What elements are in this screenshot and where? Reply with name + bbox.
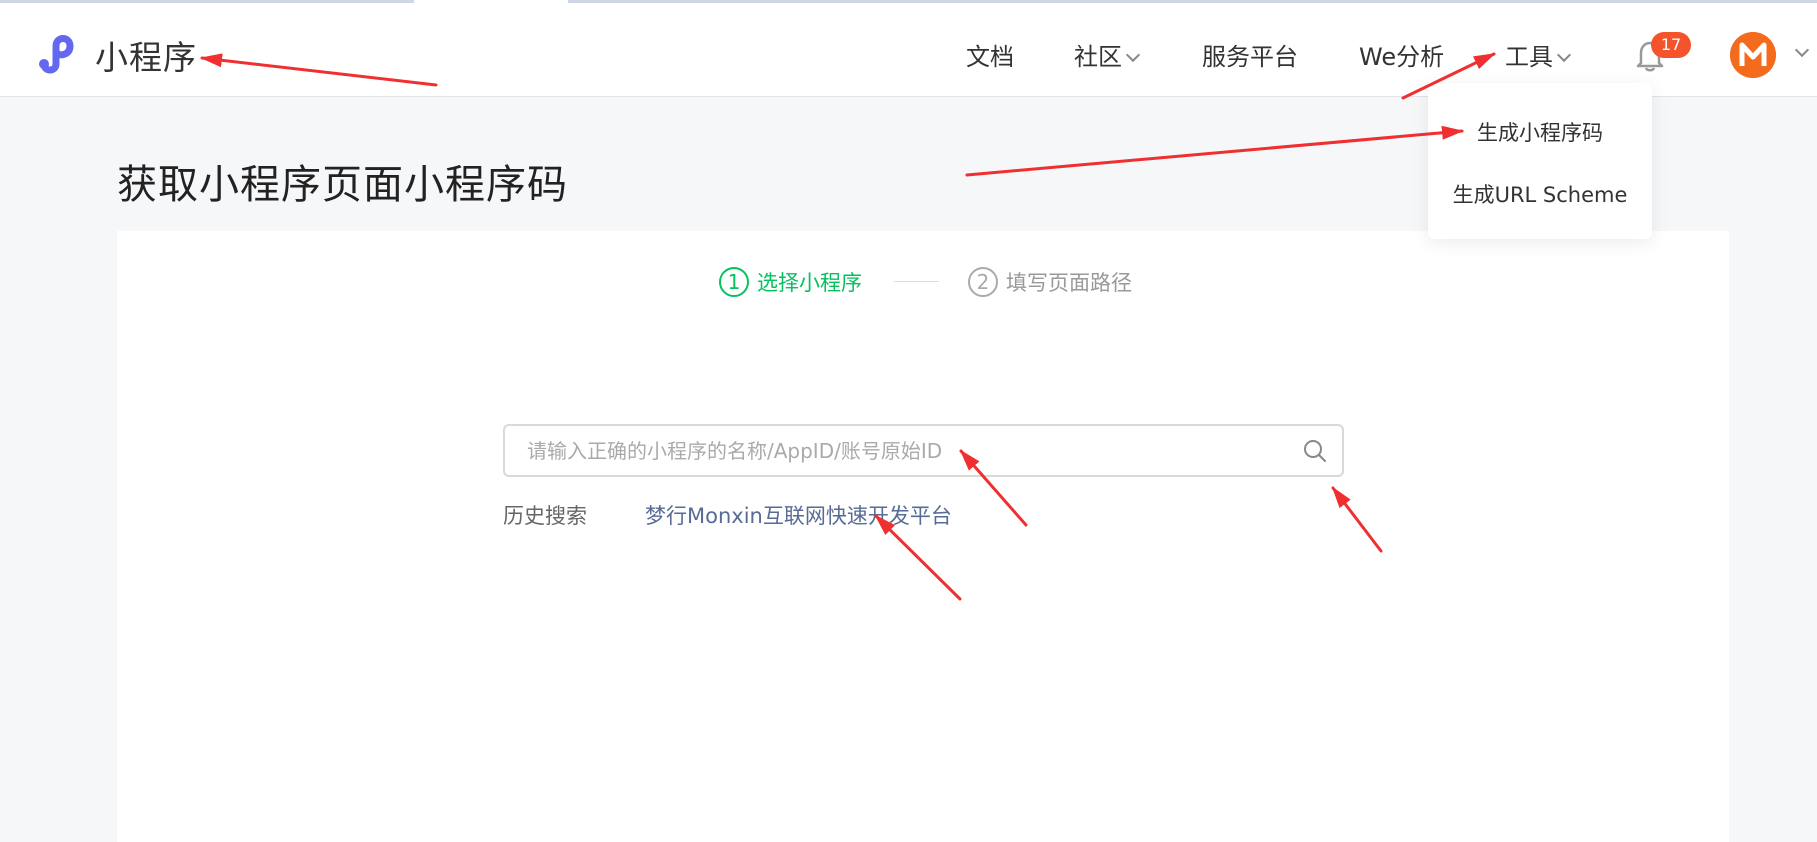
- tools-dropdown-menu: 生成小程序码 生成URL Scheme: [1428, 83, 1652, 239]
- history-item[interactable]: 梦行Monxin互联网快速开发平台: [645, 500, 952, 530]
- nav-tools[interactable]: 工具: [1505, 37, 1572, 72]
- nav-community[interactable]: 社区: [1074, 37, 1141, 72]
- nav-we-analytics[interactable]: We分析: [1359, 37, 1444, 72]
- chevron-down-icon: [1125, 47, 1141, 63]
- nav-community-label: 社区: [1074, 43, 1122, 71]
- avatar[interactable]: [1730, 32, 1776, 78]
- step-label: 选择小程序: [757, 271, 862, 295]
- logo-text[interactable]: 小程序: [95, 31, 197, 79]
- mini-program-logo-icon[interactable]: [34, 28, 84, 78]
- main-card: [117, 231, 1729, 842]
- nav-docs[interactable]: 文档: [966, 37, 1014, 72]
- page-title: 获取小程序页面小程序码: [117, 162, 568, 208]
- chevron-down-icon[interactable]: [1794, 42, 1810, 58]
- annotation-arrow: [965, 125, 1464, 177]
- history-label: 历史搜索: [503, 504, 587, 528]
- menu-item-generate-qrcode[interactable]: 生成小程序码: [1428, 117, 1652, 147]
- step-number: 1: [719, 267, 749, 297]
- step-label: 填写页面路径: [1006, 271, 1132, 295]
- menu-item-generate-url-scheme[interactable]: 生成URL Scheme: [1428, 179, 1652, 209]
- search-icon[interactable]: [1301, 437, 1329, 465]
- step-fill-page-path: 2 填写页面路径: [968, 266, 1132, 298]
- nav-service-platform[interactable]: 服务平台: [1202, 37, 1298, 72]
- step-connector: [894, 281, 939, 282]
- search-box: [503, 424, 1344, 477]
- step-select-mini-program: 1 选择小程序: [719, 266, 862, 298]
- notification-badge: 17: [1651, 32, 1691, 58]
- chevron-down-icon: [1556, 47, 1572, 63]
- search-input[interactable]: [527, 426, 1267, 475]
- nav-tools-label: 工具: [1505, 43, 1553, 71]
- step-number: 2: [968, 267, 998, 297]
